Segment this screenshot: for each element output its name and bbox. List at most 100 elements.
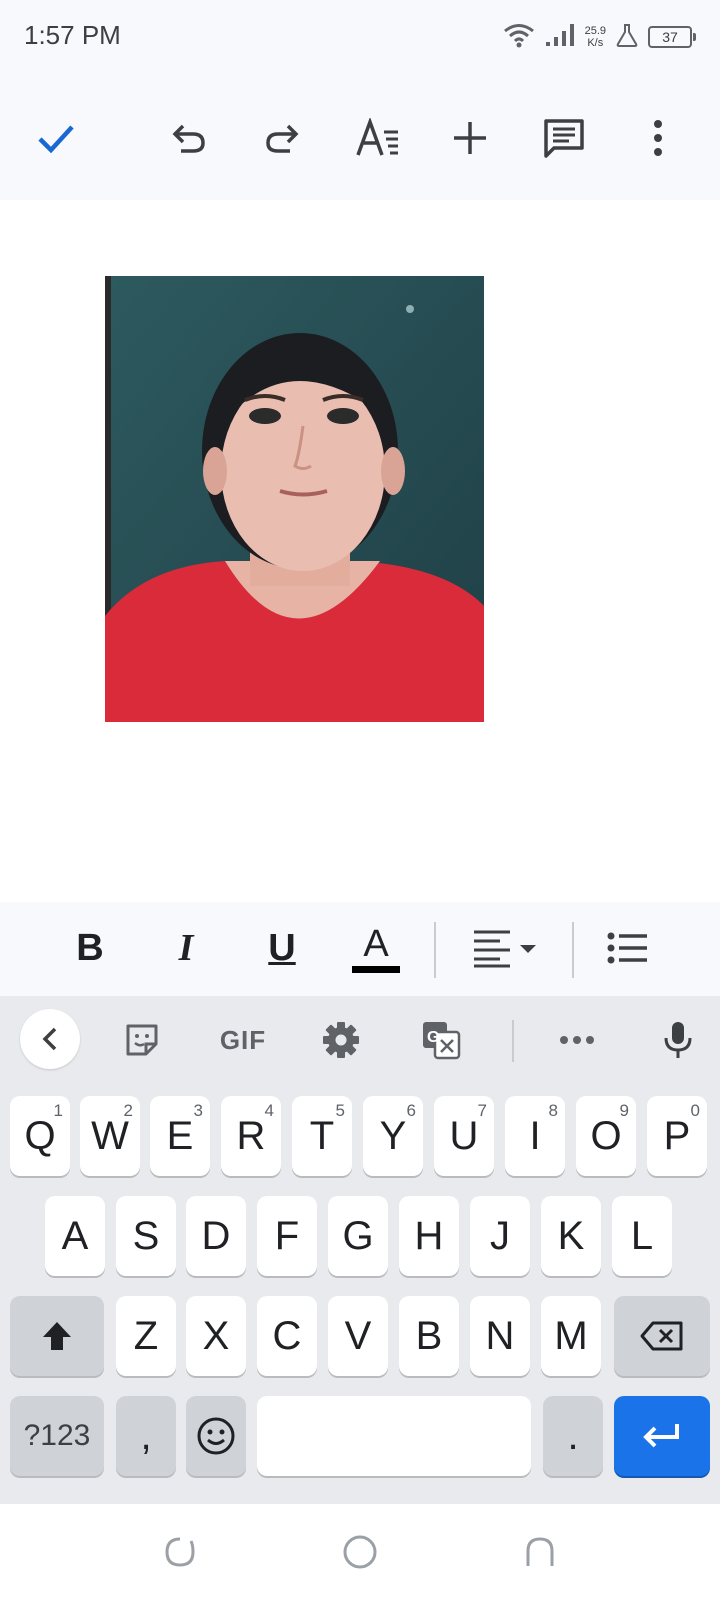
symbols-key[interactable]: ?123 xyxy=(10,1396,104,1476)
key-label: P xyxy=(663,1113,691,1158)
backspace-key[interactable] xyxy=(614,1296,710,1376)
key-hint: 9 xyxy=(619,1101,629,1120)
key-hint: 2 xyxy=(123,1101,133,1120)
translate-icon[interactable]: G xyxy=(411,1010,471,1070)
sticker-icon[interactable] xyxy=(112,1010,172,1070)
enter-key[interactable] xyxy=(614,1396,710,1476)
text-color-swatch xyxy=(352,965,400,973)
key-h[interactable]: H xyxy=(399,1196,459,1276)
suggestion-divider xyxy=(512,1020,514,1062)
battery-icon: 37 xyxy=(648,26,696,48)
key-d[interactable]: D xyxy=(186,1196,246,1276)
align-dropdown[interactable] xyxy=(470,920,540,976)
key-g[interactable]: G xyxy=(328,1196,388,1276)
shift-key[interactable] xyxy=(10,1296,104,1376)
key-label: T xyxy=(309,1113,335,1158)
format-divider xyxy=(434,922,436,978)
italic-button[interactable]: I xyxy=(166,920,206,976)
key-hint: 0 xyxy=(690,1101,700,1120)
net-speed-value: 25.9 xyxy=(584,25,606,37)
flask-icon xyxy=(616,23,638,52)
key-y[interactable]: Y6 xyxy=(363,1096,423,1176)
enter-icon xyxy=(643,1424,679,1448)
recents-icon[interactable] xyxy=(158,1530,202,1574)
key-hint: 7 xyxy=(477,1101,487,1120)
comma-key[interactable]: , xyxy=(116,1396,176,1476)
key-label: Y xyxy=(379,1113,407,1158)
back-icon[interactable] xyxy=(518,1530,562,1574)
key-hint: 4 xyxy=(264,1101,274,1120)
bold-button[interactable]: B xyxy=(70,920,110,976)
key-r[interactable]: R4 xyxy=(221,1096,281,1176)
backspace-icon xyxy=(640,1321,683,1351)
key-w[interactable]: W2 xyxy=(80,1096,140,1176)
key-hint: 6 xyxy=(406,1101,416,1120)
key-x[interactable]: X xyxy=(186,1296,246,1376)
key-t[interactable]: T5 xyxy=(292,1096,352,1176)
more-icon[interactable] xyxy=(626,106,690,170)
key-v[interactable]: V xyxy=(328,1296,388,1376)
key-q[interactable]: Q1 xyxy=(10,1096,70,1176)
emoji-icon xyxy=(197,1417,235,1455)
gif-icon[interactable]: GIF xyxy=(210,1010,276,1070)
key-b[interactable]: B xyxy=(399,1296,459,1376)
undo-icon[interactable] xyxy=(157,106,221,170)
net-speed-unit: K/s xyxy=(587,37,604,49)
text-color-label: A xyxy=(363,922,389,965)
key-j[interactable]: J xyxy=(470,1196,530,1276)
mic-icon[interactable] xyxy=(648,1010,708,1070)
key-f[interactable]: F xyxy=(257,1196,317,1276)
key-c[interactable]: C xyxy=(257,1296,317,1376)
underline-button[interactable]: U xyxy=(262,920,302,976)
portrait-photo[interactable] xyxy=(105,276,484,722)
key-m[interactable]: M xyxy=(541,1296,601,1376)
key-e[interactable]: E3 xyxy=(150,1096,210,1176)
back-chevron-icon[interactable] xyxy=(20,1009,80,1069)
key-label: E xyxy=(166,1113,194,1158)
settings-icon[interactable] xyxy=(311,1010,371,1070)
key-o[interactable]: O9 xyxy=(576,1096,636,1176)
shift-icon xyxy=(43,1322,71,1350)
status-bar: 1:57 PM 25.9 K/s 37 xyxy=(0,0,720,80)
status-time: 1:57 PM xyxy=(24,20,121,50)
status-indicators: 25.9 K/s 37 xyxy=(503,20,696,54)
key-l[interactable]: L xyxy=(612,1196,672,1276)
redo-icon[interactable] xyxy=(250,106,314,170)
space-key[interactable] xyxy=(257,1396,531,1476)
key-i[interactable]: I8 xyxy=(505,1096,565,1176)
key-a[interactable]: A xyxy=(45,1196,105,1276)
key-s[interactable]: S xyxy=(116,1196,176,1276)
text-format-icon[interactable] xyxy=(346,106,410,170)
home-icon[interactable] xyxy=(338,1530,382,1574)
key-n[interactable]: N xyxy=(470,1296,530,1376)
comment-icon[interactable] xyxy=(532,106,596,170)
battery-level: 37 xyxy=(662,29,678,45)
key-hint: 3 xyxy=(193,1101,203,1120)
key-z[interactable]: Z xyxy=(116,1296,176,1376)
keyboard: GIF G Q1 W 2 E 3 R 4 T 5 Y 6 U 7 I 8 O 9… xyxy=(0,996,720,1504)
period-key[interactable]: . xyxy=(543,1396,603,1476)
key-label: Q xyxy=(24,1113,56,1158)
editor-toolbar xyxy=(0,80,720,200)
key-k[interactable]: K xyxy=(541,1196,601,1276)
key-p[interactable]: P0 xyxy=(647,1096,707,1176)
check-icon[interactable] xyxy=(24,106,88,170)
network-speed: 25.9 K/s xyxy=(585,25,606,49)
keyboard-suggestion-bar: GIF G xyxy=(0,996,720,1082)
emoji-key[interactable] xyxy=(186,1396,246,1476)
text-color-button[interactable]: A xyxy=(350,920,402,976)
key-label: R xyxy=(236,1113,266,1158)
document-canvas[interactable] xyxy=(0,200,720,902)
key-label: O xyxy=(590,1113,622,1158)
more-horiz-icon[interactable] xyxy=(547,1010,607,1070)
signal-icon xyxy=(545,22,575,53)
insert-icon[interactable] xyxy=(438,106,502,170)
format-bar: B I U A xyxy=(0,902,720,996)
system-nav-bar xyxy=(0,1504,720,1600)
list-button[interactable] xyxy=(606,920,650,976)
align-left-icon xyxy=(474,930,536,968)
key-u[interactable]: U7 xyxy=(434,1096,494,1176)
svg-text:G: G xyxy=(427,1029,439,1046)
key-hint: 8 xyxy=(548,1101,558,1120)
wifi-icon xyxy=(503,22,535,53)
